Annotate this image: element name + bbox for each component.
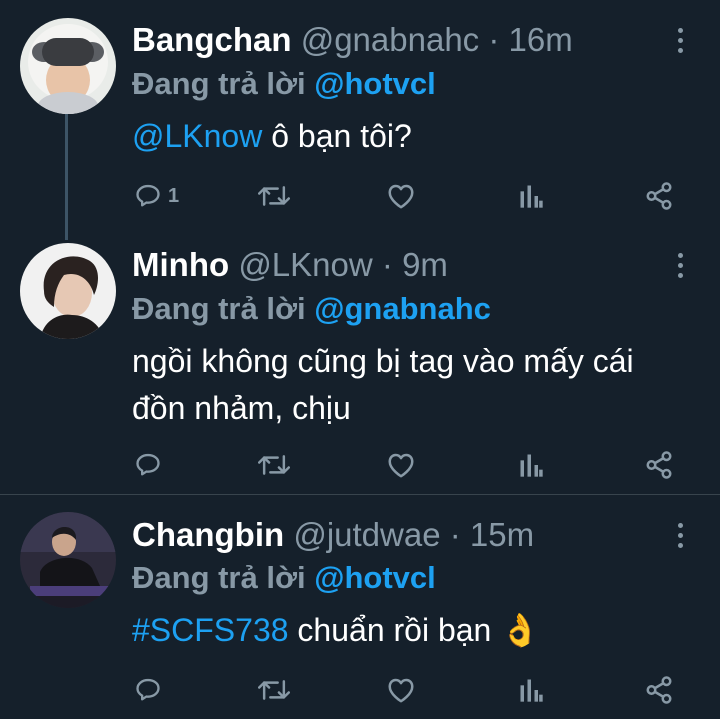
heart-icon bbox=[388, 453, 414, 478]
analytics-button[interactable] bbox=[518, 672, 544, 708]
thread-line bbox=[65, 114, 68, 240]
username[interactable]: @jutdwae bbox=[293, 516, 440, 553]
reply-button[interactable] bbox=[134, 447, 162, 483]
heart-icon bbox=[388, 678, 414, 703]
like-button[interactable] bbox=[386, 447, 416, 483]
tweet-text: ngồi không cũng bị tag vào mấy cái đồn n… bbox=[132, 338, 672, 432]
analytics-icon bbox=[520, 679, 543, 702]
like-button[interactable] bbox=[386, 672, 416, 708]
heart-icon bbox=[388, 184, 414, 209]
share-button[interactable] bbox=[644, 178, 674, 214]
tweet-text-content: ô bạn tôi? bbox=[262, 118, 412, 154]
retweet-icon bbox=[258, 455, 290, 475]
replying-to-label: Đang trả lời bbox=[132, 291, 306, 326]
retweet-button[interactable] bbox=[258, 672, 290, 708]
separator-dot: · bbox=[449, 516, 461, 553]
tweet-bangchan[interactable]: Bangchan @gnabnahc · 16m Đang trả lời @h… bbox=[0, 0, 720, 240]
username[interactable]: @LKnow bbox=[238, 246, 372, 283]
replying-to-mention[interactable]: @hotvcl bbox=[314, 66, 436, 101]
display-name[interactable]: Changbin bbox=[132, 516, 284, 553]
analytics-button[interactable] bbox=[518, 178, 544, 214]
share-button[interactable] bbox=[644, 672, 674, 708]
more-vertical-icon[interactable] bbox=[670, 515, 690, 555]
analytics-icon bbox=[520, 185, 543, 208]
tweet-text: #SCFS738 chuẩn rồi bạn 👌 bbox=[132, 607, 692, 654]
ok-hand-emoji: 👌 bbox=[500, 612, 541, 648]
more-vertical-icon[interactable] bbox=[670, 20, 690, 60]
retweet-button[interactable] bbox=[258, 178, 290, 214]
tweet-text-content: chuẩn rồi bạn bbox=[288, 612, 501, 648]
display-name[interactable]: Minho bbox=[132, 246, 229, 283]
share-icon bbox=[646, 182, 672, 210]
timestamp[interactable]: 9m bbox=[402, 246, 448, 283]
replying-to: Đang trả lời @gnabnahc bbox=[132, 289, 491, 329]
reply-count: 1 bbox=[168, 184, 180, 207]
replying-to-mention[interactable]: @gnabnahc bbox=[314, 291, 491, 326]
mention-link[interactable]: @LKnow bbox=[132, 118, 262, 154]
separator-dot: · bbox=[488, 21, 500, 58]
avatar[interactable] bbox=[20, 512, 116, 608]
share-icon bbox=[646, 451, 672, 479]
reply-button[interactable] bbox=[134, 672, 162, 708]
like-button[interactable] bbox=[386, 178, 416, 214]
replying-to-label: Đang trả lời bbox=[132, 560, 306, 595]
tweet-text: @LKnow ô bạn tôi? bbox=[132, 113, 692, 160]
replying-to: Đang trả lời @hotvcl bbox=[132, 64, 436, 104]
retweet-button[interactable] bbox=[258, 447, 290, 483]
replying-to: Đang trả lời @hotvcl bbox=[132, 558, 436, 598]
reply-icon bbox=[136, 453, 160, 476]
retweet-icon bbox=[258, 680, 290, 700]
username[interactable]: @gnabnahc bbox=[301, 21, 479, 58]
replying-to-mention[interactable]: @hotvcl bbox=[314, 560, 436, 595]
hashtag-link[interactable]: #SCFS738 bbox=[132, 612, 289, 648]
tweet-header: Bangchan @gnabnahc · 16m bbox=[132, 20, 573, 60]
tweet-header: Minho @LKnow · 9m bbox=[132, 245, 448, 285]
analytics-button[interactable] bbox=[518, 447, 544, 483]
share-icon bbox=[646, 676, 672, 704]
timestamp[interactable]: 15m bbox=[470, 516, 534, 553]
analytics-icon bbox=[520, 454, 543, 477]
tweet-header: Changbin @jutdwae · 15m bbox=[132, 515, 534, 555]
avatar[interactable] bbox=[20, 243, 116, 339]
tweet-changbin[interactable]: Changbin @jutdwae · 15m Đang trả lời @ho… bbox=[0, 495, 720, 719]
display-name[interactable]: Bangchan bbox=[132, 21, 292, 58]
tweet-minho[interactable]: Minho @LKnow · 9m Đang trả lời @gnabnahc… bbox=[0, 230, 720, 494]
tweet-text-content: ngồi không cũng bị tag vào mấy cái đồn n… bbox=[132, 343, 634, 426]
separator-dot: · bbox=[381, 246, 393, 283]
timestamp[interactable]: 16m bbox=[509, 21, 573, 58]
share-button[interactable] bbox=[644, 447, 674, 483]
more-vertical-icon[interactable] bbox=[670, 245, 690, 285]
replying-to-label: Đang trả lời bbox=[132, 66, 306, 101]
avatar[interactable] bbox=[20, 18, 116, 114]
reply-button[interactable]: 1 bbox=[134, 178, 179, 214]
retweet-icon bbox=[258, 186, 290, 206]
reply-icon bbox=[136, 678, 160, 701]
reply-icon bbox=[136, 184, 160, 207]
